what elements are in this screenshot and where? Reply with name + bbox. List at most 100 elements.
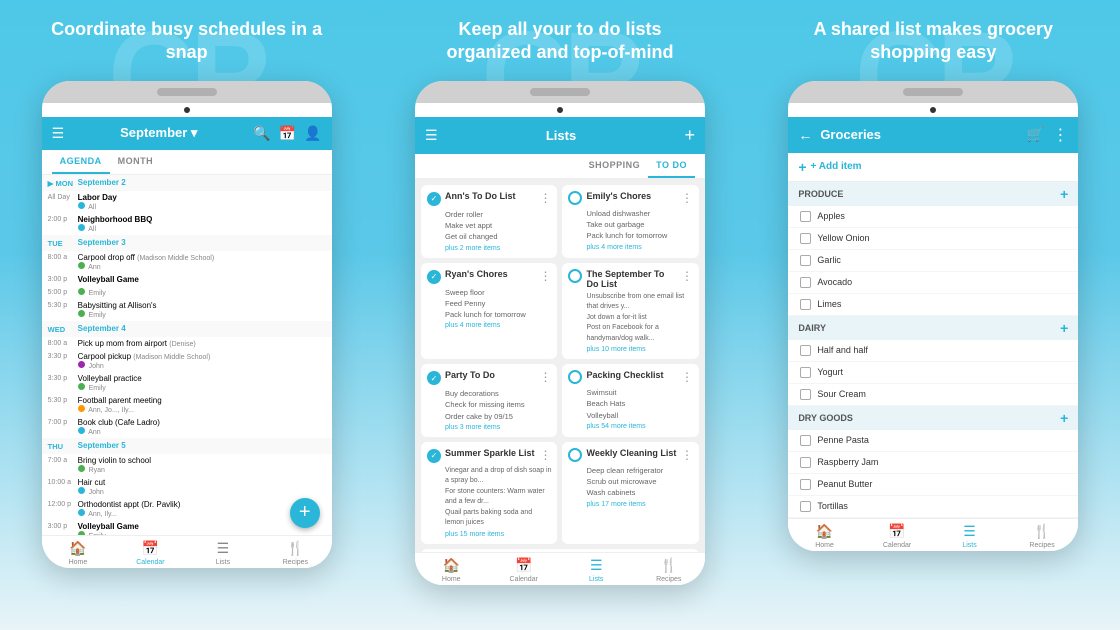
nav-recipes-lists[interactable]: 🍴 Recipes	[632, 557, 705, 583]
list-items: Unsubscribe from one email list that dri…	[568, 292, 693, 345]
back-icon[interactable]: ←	[798, 127, 812, 143]
lists-screen: ☰ Lists + SHOPPING TO DO ✓ Ann's To Do L…	[415, 117, 705, 585]
lists-app-header: ☰ Lists +	[415, 117, 705, 154]
event-volleyball-practice: 3:30 p Volleyball practice Emily	[42, 372, 332, 394]
checkbox-yellow-onion[interactable]	[800, 233, 811, 244]
lists-menu-icon[interactable]: ☰	[425, 127, 438, 144]
list-card-september-todo[interactable]: The September To Do List ⋮ Unsubscribe f…	[562, 263, 699, 360]
check-outline-icon	[568, 191, 582, 205]
check-icon-blue: ✓	[427, 192, 441, 206]
list-menu-icon[interactable]: ⋮	[681, 269, 693, 283]
list-card-weekly-cleaning[interactable]: Weekly Cleaning List ⋮ Deep clean refrig…	[562, 442, 699, 544]
nav-recipes-label-lists: Recipes	[656, 576, 681, 583]
add-list-icon[interactable]: +	[684, 125, 695, 146]
nav-calendar-lists[interactable]: 📅 Calendar	[487, 557, 560, 583]
grocery-item-tortillas[interactable]: Tortillas	[788, 496, 1078, 518]
nav-recipes[interactable]: 🍴 Recipes	[259, 540, 332, 566]
nav-calendar[interactable]: 📅 Calendar	[114, 540, 187, 566]
checkbox-half-half[interactable]	[800, 345, 811, 356]
grocery-item-penne[interactable]: Penne Pasta	[788, 430, 1078, 452]
list-card-party-todo[interactable]: ✓ Party To Do ⋮ Buy decorationsCheck for…	[421, 364, 558, 437]
event-football-meeting: 5:30 p Football parent meeting Ann, Jo..…	[42, 394, 332, 416]
add-item-row[interactable]: + + Add item	[788, 153, 1078, 182]
checkbox-peanut-butter[interactable]	[800, 479, 811, 490]
list-menu-icon[interactable]: ⋮	[539, 269, 551, 283]
list-card-header: Weekly Cleaning List ⋮	[568, 448, 693, 462]
list-card-header: ✓ Ryan's Chores ⋮	[427, 269, 552, 284]
tab-month[interactable]: MONTH	[110, 150, 162, 174]
grocery-item-peanut-butter[interactable]: Peanut Butter	[788, 474, 1078, 496]
section-dairy-add[interactable]: +	[1060, 320, 1068, 336]
checkbox-apples[interactable]	[800, 211, 811, 222]
grocery-item-garlic[interactable]: Garlic	[788, 250, 1078, 272]
grocery-item-avocado[interactable]: Avocado	[788, 272, 1078, 294]
list-card-packing[interactable]: Packing Checklist ⋮ SwimsuitBeach HatsVo…	[562, 364, 699, 437]
list-items: SwimsuitBeach HatsVolleyball	[568, 387, 693, 421]
item-name-penne: Penne Pasta	[817, 435, 869, 445]
list-menu-icon[interactable]: ⋮	[681, 448, 693, 462]
grocery-item-yogurt[interactable]: Yogurt	[788, 362, 1078, 384]
calendar-title: September ▾	[120, 125, 197, 141]
event-volleyball2: 3:00 p Volleyball Game Emily	[42, 520, 332, 535]
checkbox-penne[interactable]	[800, 435, 811, 446]
fab-add[interactable]: +	[290, 498, 320, 528]
list-card-emilys-chores[interactable]: Emily's Chores ⋮ Unload dishwasherTake o…	[562, 185, 699, 258]
phone-notch-grocery	[903, 88, 963, 96]
checkbox-raspberry-jam[interactable]	[800, 457, 811, 468]
list-title: Packing Checklist	[586, 370, 677, 380]
tab-todo[interactable]: TO DO	[648, 154, 695, 178]
checkbox-garlic[interactable]	[800, 255, 811, 266]
search-icon[interactable]: 🔍	[253, 125, 270, 142]
list-menu-icon[interactable]: ⋮	[539, 191, 551, 205]
grocery-item-raspberry-jam[interactable]: Raspberry Jam	[788, 452, 1078, 474]
grocery-item-yellow-onion[interactable]: Yellow Onion	[788, 228, 1078, 250]
item-name-sour-cream: Sour Cream	[817, 389, 866, 399]
tab-shopping[interactable]: SHOPPING	[581, 154, 649, 178]
nav-home-grocery[interactable]: 🏠 Home	[788, 523, 861, 549]
list-menu-icon[interactable]: ⋮	[681, 370, 693, 384]
cart-icon[interactable]: 🛒	[1027, 126, 1044, 143]
section-produce-add[interactable]: +	[1060, 186, 1068, 202]
person-icon[interactable]: 👤	[304, 125, 321, 142]
nav-lists[interactable]: ☰ Lists	[187, 540, 260, 566]
section-dry-goods-add[interactable]: +	[1060, 410, 1068, 426]
calendar-icon[interactable]: 📅	[279, 125, 296, 142]
list-card-ryans-chores[interactable]: ✓ Ryan's Chores ⋮ Sweep floorFeed PennyP…	[421, 263, 558, 360]
checkbox-avocado[interactable]	[800, 277, 811, 288]
checkbox-limes[interactable]	[800, 299, 811, 310]
nav-recipes-label: Recipes	[283, 559, 308, 566]
nav-home-lists[interactable]: 🏠 Home	[415, 557, 488, 583]
list-card-header: The September To Do List ⋮	[568, 269, 693, 289]
list-menu-icon[interactable]: ⋮	[539, 370, 551, 384]
more-icon[interactable]: ⋮	[1052, 125, 1068, 145]
nav-home[interactable]: 🏠 Home	[42, 540, 115, 566]
list-card-anns-todo[interactable]: ✓ Ann's To Do List ⋮ Order rollerMake ve…	[421, 185, 558, 258]
grocery-item-limes[interactable]: Limes	[788, 294, 1078, 316]
nav-recipes-grocery[interactable]: 🍴 Recipes	[1006, 523, 1079, 549]
nav-recipes-label-grocery: Recipes	[1029, 542, 1054, 549]
list-card-summer-sparkle[interactable]: ✓ Summer Sparkle List ⋮ Vinegar and a dr…	[421, 442, 558, 544]
event-haircut: 10:00 a Hair cut John	[42, 476, 332, 498]
grocery-item-apples[interactable]: Apples	[788, 206, 1078, 228]
menu-icon[interactable]: ☰	[52, 125, 65, 142]
checkbox-sour-cream[interactable]	[800, 389, 811, 400]
recipes-nav-icon-grocery: 🍴	[1033, 523, 1050, 540]
list-menu-icon[interactable]: ⋮	[539, 448, 551, 462]
tab-agenda[interactable]: AGENDA	[52, 150, 110, 174]
nav-home-label-lists: Home	[442, 576, 461, 583]
checkbox-yogurt[interactable]	[800, 367, 811, 378]
lists-title: Lists	[546, 128, 576, 143]
nav-lists-grocery[interactable]: ☰ Lists	[933, 523, 1006, 549]
event-carpool-pickup: 3:30 p Carpool pickup (Madison Middle Sc…	[42, 350, 332, 372]
list-more: plus 17 more items	[568, 501, 693, 508]
list-more: plus 3 more items	[427, 424, 552, 431]
recipes-nav-icon-lists: 🍴	[660, 557, 677, 574]
nav-lists-lists[interactable]: ☰ Lists	[560, 557, 633, 583]
phone-top-bar-lists	[415, 81, 705, 103]
checkbox-tortillas[interactable]	[800, 501, 811, 512]
list-more: plus 4 more items	[427, 322, 552, 329]
grocery-item-half-half[interactable]: Half and half	[788, 340, 1078, 362]
grocery-item-sour-cream[interactable]: Sour Cream	[788, 384, 1078, 406]
list-menu-icon[interactable]: ⋮	[681, 191, 693, 205]
nav-calendar-grocery[interactable]: 📅 Calendar	[861, 523, 934, 549]
